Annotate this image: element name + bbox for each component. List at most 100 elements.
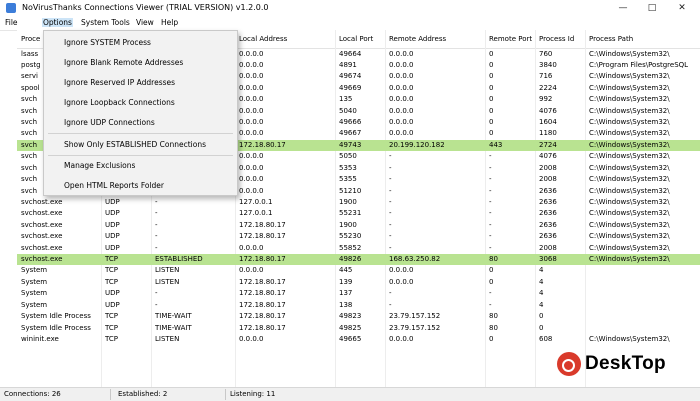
menu-system-tools[interactable]: System Tools	[80, 18, 131, 27]
cell-process-id: 2636	[539, 232, 557, 241]
options-menu-dropdown: Ignore SYSTEM Process Ignore Blank Remot…	[43, 30, 238, 196]
maximize-button[interactable]: □	[638, 0, 666, 17]
menu-item-ignore-reserved-ip[interactable]: Ignore Reserved IP Addresses	[44, 72, 237, 92]
menu-options[interactable]: Options	[42, 18, 73, 27]
cell-process-id: 4	[539, 266, 544, 275]
cell-local-port: 49674	[339, 72, 362, 81]
cell-remote-port: 0	[489, 106, 494, 115]
table-row[interactable]: svchost.exe UDP - 127.0.0.1 55231 - - 2636 C:\Wi…	[17, 208, 700, 219]
menu-file[interactable]: File	[4, 18, 19, 27]
table-row[interactable]: svchost.exe UDP - 0.0.0.0 55852 - - 2008 C:\Wind…	[17, 243, 700, 254]
cell-local-address: 172.18.80.17	[239, 289, 286, 298]
status-established: Established: 2	[118, 390, 168, 398]
cell-process-id: 3068	[539, 255, 557, 264]
cell-process-path: C:\Windows\System32\	[589, 255, 670, 264]
cell-local-address: 0.0.0.0	[239, 49, 264, 58]
cell-remote-port: 80	[489, 312, 498, 321]
cell-process-id: 0	[539, 323, 544, 332]
cell-process-id: 2636	[539, 186, 557, 195]
cell-local-port: 445	[339, 266, 353, 275]
table-row[interactable]: System UDP - 172.18.80.17 138 - - 4	[17, 300, 700, 311]
table-row[interactable]: wininit.exe TCP LISTEN 0.0.0.0 49665 0.0.0.0 0…	[17, 334, 700, 345]
cell-local-port: 5050	[339, 152, 357, 161]
cell-state: -	[155, 220, 158, 229]
close-button[interactable]: ✕	[668, 0, 696, 17]
cell-protocol: UDP	[105, 209, 120, 218]
cell-remote-address: 0.0.0.0	[389, 60, 414, 69]
cell-protocol: TCP	[105, 323, 118, 332]
cell-remote-port: 0	[489, 83, 494, 92]
table-row[interactable]: System UDP - 172.18.80.17 137 - - 4	[17, 288, 700, 299]
column-header-local-port[interactable]: Local Port	[339, 35, 385, 43]
minimize-button[interactable]: —	[609, 0, 637, 17]
cell-protocol: UDP	[105, 243, 120, 252]
cell-remote-address: 0.0.0.0	[389, 129, 414, 138]
cell-process-path: C:\Program Files\PostgreSQL	[589, 60, 689, 69]
cell-remote-address: -	[389, 163, 392, 172]
table-row[interactable]: System Idle Process TCP TIME-WAIT 172.18.80…	[17, 311, 700, 322]
menu-view[interactable]: View	[135, 18, 155, 27]
cell-remote-address: -	[389, 209, 392, 218]
cell-remote-address: 0.0.0.0	[389, 106, 414, 115]
menu-item-ignore-udp[interactable]: Ignore UDP Connections	[44, 112, 237, 132]
cell-process-id: 2636	[539, 220, 557, 229]
cell-process: svchost.exe	[21, 232, 63, 241]
menu-item-ignore-blank-remote[interactable]: Ignore Blank Remote Addresses	[44, 52, 237, 72]
cell-process-id: 4076	[539, 152, 557, 161]
cell-process-id: 716	[539, 72, 553, 81]
cell-local-address: 0.0.0.0	[239, 60, 264, 69]
cell-process-path: C:\Windows\System32\	[589, 243, 670, 252]
table-row[interactable]: svchost.exe UDP - 127.0.0.1 1900 - - 2636 C:\Win…	[17, 197, 700, 208]
menu-item-manage-exclusions[interactable]: Manage Exclusions	[44, 155, 237, 175]
menu-item-ignore-loopback[interactable]: Ignore Loopback Connections	[44, 92, 237, 112]
column-header-local-address[interactable]: Local Address	[239, 35, 335, 43]
cell-process-id: 2724	[539, 140, 557, 149]
menu-help[interactable]: Help	[160, 18, 179, 27]
table-row[interactable]: svchost.exe UDP - 172.18.80.17 1900 - - 2636 C:\…	[17, 220, 700, 231]
cell-local-port: 49666	[339, 118, 362, 127]
cell-local-address: 172.18.80.17	[239, 140, 286, 149]
cell-process-path: C:\Windows\System32\	[589, 118, 670, 127]
menu-item-open-reports[interactable]: Open HTML Reports Folder	[44, 175, 237, 195]
cell-process-path: C:\Windows\System32\	[589, 95, 670, 104]
cell-process-path: C:\Windows\System32\	[589, 163, 670, 172]
cell-remote-address: 23.79.157.152	[389, 312, 441, 321]
menu-item-show-established[interactable]: Show Only ESTABLISHED Connections	[44, 134, 237, 154]
cell-process-id: 2636	[539, 197, 557, 206]
cell-process: System	[21, 300, 48, 309]
cell-local-address: 0.0.0.0	[239, 335, 264, 343]
column-header-remote-port[interactable]: Remote Port	[489, 35, 535, 43]
cell-local-address: 0.0.0.0	[239, 175, 264, 184]
cell-remote-address: 0.0.0.0	[389, 118, 414, 127]
cell-state: TIME-WAIT	[155, 312, 192, 321]
window-title: NoVirusThanks Connections Viewer (TRIAL …	[22, 3, 269, 12]
cell-local-address: 0.0.0.0	[239, 186, 264, 195]
cell-protocol: UDP	[105, 300, 120, 309]
table-row[interactable]: svchost.exe TCP ESTABLISHED 172.18.80.17 498…	[17, 254, 700, 266]
column-header-remote-address[interactable]: Remote Address	[389, 35, 485, 43]
cell-process-id: 2008	[539, 163, 557, 172]
cell-remote-address: 0.0.0.0	[389, 95, 414, 104]
cell-protocol: TCP	[105, 255, 118, 264]
cell-local-port: 49826	[339, 255, 362, 264]
cell-state: TIME-WAIT	[155, 323, 192, 332]
cell-process-path: C:\Windows\System32\	[589, 140, 670, 149]
cell-local-address: 172.18.80.17	[239, 232, 286, 241]
table-row[interactable]: System TCP LISTEN 0.0.0.0 445 0.0.0.0 0 4	[17, 265, 700, 276]
table-row[interactable]: System TCP LISTEN 172.18.80.17 139 0.0.0.0 0 4	[17, 277, 700, 288]
cell-process-id: 4	[539, 300, 544, 309]
table-row[interactable]: svchost.exe UDP - 172.18.80.17 55230 - - 2636 C:…	[17, 231, 700, 242]
menu-item-ignore-system-process[interactable]: Ignore SYSTEM Process	[44, 32, 237, 52]
column-header-process-path[interactable]: Process Path	[589, 35, 699, 43]
cell-remote-address: 20.199.120.182	[389, 140, 445, 149]
cell-local-port: 5353	[339, 163, 357, 172]
table-row[interactable]: System Idle Process TCP TIME-WAIT 172.18.80…	[17, 323, 700, 334]
cell-remote-port: 0	[489, 72, 494, 81]
cell-remote-address: -	[389, 152, 392, 161]
cell-state: LISTEN	[155, 277, 180, 286]
cell-remote-port: 0	[489, 60, 494, 69]
cell-process-id: 0	[539, 312, 544, 321]
cell-remote-port: -	[489, 289, 492, 298]
column-header-process-id[interactable]: Process Id	[539, 35, 585, 43]
menu-item-label: Ignore Reserved IP Addresses	[64, 78, 176, 87]
